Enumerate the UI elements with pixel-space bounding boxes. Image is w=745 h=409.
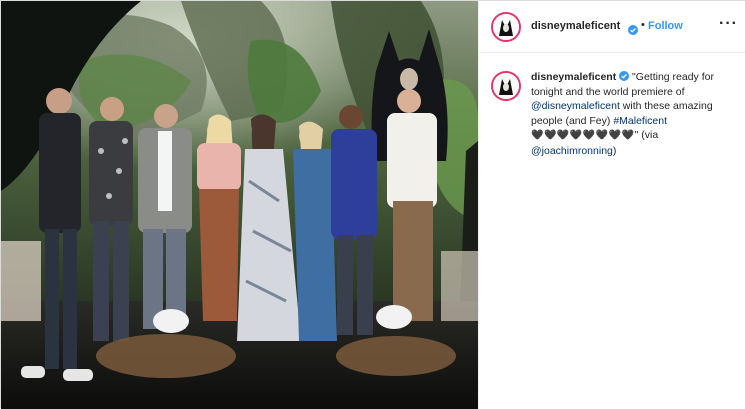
- verified-badge-icon: [628, 21, 638, 39]
- mention-link[interactable]: @disneymaleficent: [531, 100, 620, 112]
- avatar[interactable]: [491, 12, 521, 42]
- avatar-image: [493, 14, 519, 40]
- caption-text: disneymaleficent "Getting ready for toni…: [531, 70, 739, 158]
- caption-username-link[interactable]: disneymaleficent: [531, 71, 616, 83]
- person-6: [293, 121, 337, 341]
- username-link[interactable]: disneymaleficent: [531, 20, 620, 32]
- follow-button[interactable]: Follow: [648, 20, 683, 32]
- verified-badge-icon: [619, 71, 630, 83]
- caption-avatar[interactable]: [491, 71, 521, 101]
- post-photo[interactable]: [1, 1, 478, 409]
- post-header: disneymaleficent • Follow ···: [479, 1, 745, 53]
- avatar-image: [493, 73, 519, 99]
- post-side-panel: disneymaleficent • Follow ··· disneymale…: [478, 1, 745, 409]
- instagram-post-embed: disneymaleficent • Follow ··· disneymale…: [0, 0, 745, 409]
- mention-link[interactable]: @joachimronning: [531, 145, 613, 157]
- person-4: [197, 114, 241, 321]
- group-photo-image: [1, 1, 478, 409]
- black-heart-emojis: 🖤🖤🖤🖤🖤🖤🖤🖤: [531, 130, 635, 141]
- more-options-icon[interactable]: ···: [719, 15, 738, 33]
- caption-text-part: ): [612, 144, 617, 157]
- person-8: [387, 89, 437, 321]
- caption-text-part: " (via: [634, 129, 659, 141]
- separator-dot: •: [641, 19, 645, 31]
- hashtag-link[interactable]: #Maleficent: [613, 115, 667, 127]
